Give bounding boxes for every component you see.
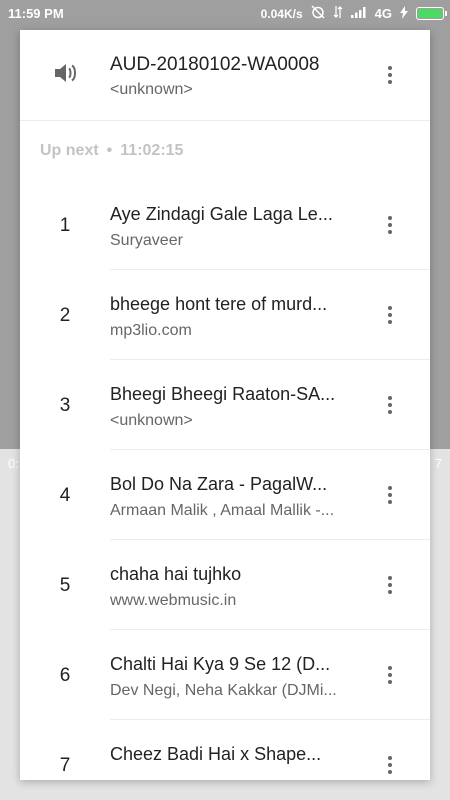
up-next-label: Up next xyxy=(40,142,99,159)
more-options-icon[interactable] xyxy=(378,303,402,327)
track-number: 4 xyxy=(59,485,71,506)
track-title: Bheegi Bheegi Raaton-SA... xyxy=(110,384,336,404)
track-artist: Dev Negi, Neha Kakkar (DJMi... xyxy=(110,682,337,699)
alarm-off-icon xyxy=(311,5,325,22)
track-artist: <unknown> xyxy=(110,412,193,429)
battery-icon xyxy=(416,7,447,20)
track-number: 7 xyxy=(59,755,71,776)
track-title: bheege hont tere of murd... xyxy=(110,294,328,314)
queue-item[interactable]: 6 Chalti Hai Kya 9 Se 12 (D... Dev Negi,… xyxy=(20,630,430,720)
more-options-icon[interactable] xyxy=(378,753,402,777)
up-next-header: Up next • 11:02:15 xyxy=(40,142,183,160)
network-speed: 0.04K/s xyxy=(260,6,303,21)
track-title: Chalti Hai Kya 9 Se 12 (D... xyxy=(110,654,331,674)
track-number: 2 xyxy=(59,305,71,326)
queue-list: 1 Aye Zindagi Gale Laga Le... Suryaveer … xyxy=(20,180,430,780)
track-number: 3 xyxy=(59,395,71,416)
status-bar: 11:59 PM 0.04K/s 4G xyxy=(0,0,450,26)
track-artist: mp3lio.com xyxy=(110,322,192,339)
more-options-icon[interactable] xyxy=(378,483,402,507)
data-transfer-icon xyxy=(333,5,343,22)
total-time: 7 xyxy=(434,456,442,471)
separator: • xyxy=(106,142,113,159)
queue-item[interactable]: 2 bheege hont tere of murd... mp3lio.com xyxy=(20,270,430,360)
network-type: 4G xyxy=(374,6,392,21)
elapsed-time: 0: xyxy=(8,456,19,471)
signal-icon xyxy=(350,6,367,21)
track-number: 6 xyxy=(59,665,71,686)
more-options-icon[interactable] xyxy=(378,63,402,87)
track-title: Cheez Badi Hai x Shape... xyxy=(110,744,322,764)
charging-icon xyxy=(400,5,408,22)
status-icons: 0.04K/s 4G xyxy=(260,5,447,22)
status-time: 11:59 PM xyxy=(8,6,64,21)
queue-dialog: AUD-20180102-WA0008 <unknown> Up next • 11… xyxy=(20,30,430,780)
queue-item[interactable]: 7 Cheez Badi Hai x Shape... xyxy=(20,720,430,780)
queue-item[interactable]: 5 chaha hai tujhko www.webmusic.in xyxy=(20,540,430,630)
now-playing-title: AUD-20180102-WA0008 xyxy=(110,54,320,75)
track-number: 1 xyxy=(59,215,71,236)
track-artist: Armaan Malik , Amaal Mallik -... xyxy=(110,502,335,519)
up-next-duration: 11:02:15 xyxy=(120,142,184,159)
more-options-icon[interactable] xyxy=(378,213,402,237)
track-artist: Suryaveer xyxy=(110,232,183,249)
speaker-icon xyxy=(52,60,78,86)
more-options-icon[interactable] xyxy=(378,663,402,687)
queue-item[interactable]: 4 Bol Do Na Zara - PagalW... Armaan Mali… xyxy=(20,450,430,540)
track-title: Aye Zindagi Gale Laga Le... xyxy=(110,204,333,224)
queue-item[interactable]: 3 Bheegi Bheegi Raaton-SA... <unknown> xyxy=(20,360,430,450)
more-options-icon[interactable] xyxy=(378,573,402,597)
track-artist: www.webmusic.in xyxy=(110,592,237,609)
track-title: Bol Do Na Zara - PagalW... xyxy=(110,474,328,494)
track-title: chaha hai tujhko xyxy=(110,564,242,584)
now-playing-row[interactable]: AUD-20180102-WA0008 <unknown> xyxy=(20,30,430,121)
queue-item[interactable]: 1 Aye Zindagi Gale Laga Le... Suryaveer xyxy=(20,180,430,270)
track-number: 5 xyxy=(59,575,71,596)
now-playing-artist: <unknown> xyxy=(110,81,193,98)
more-options-icon[interactable] xyxy=(378,393,402,417)
